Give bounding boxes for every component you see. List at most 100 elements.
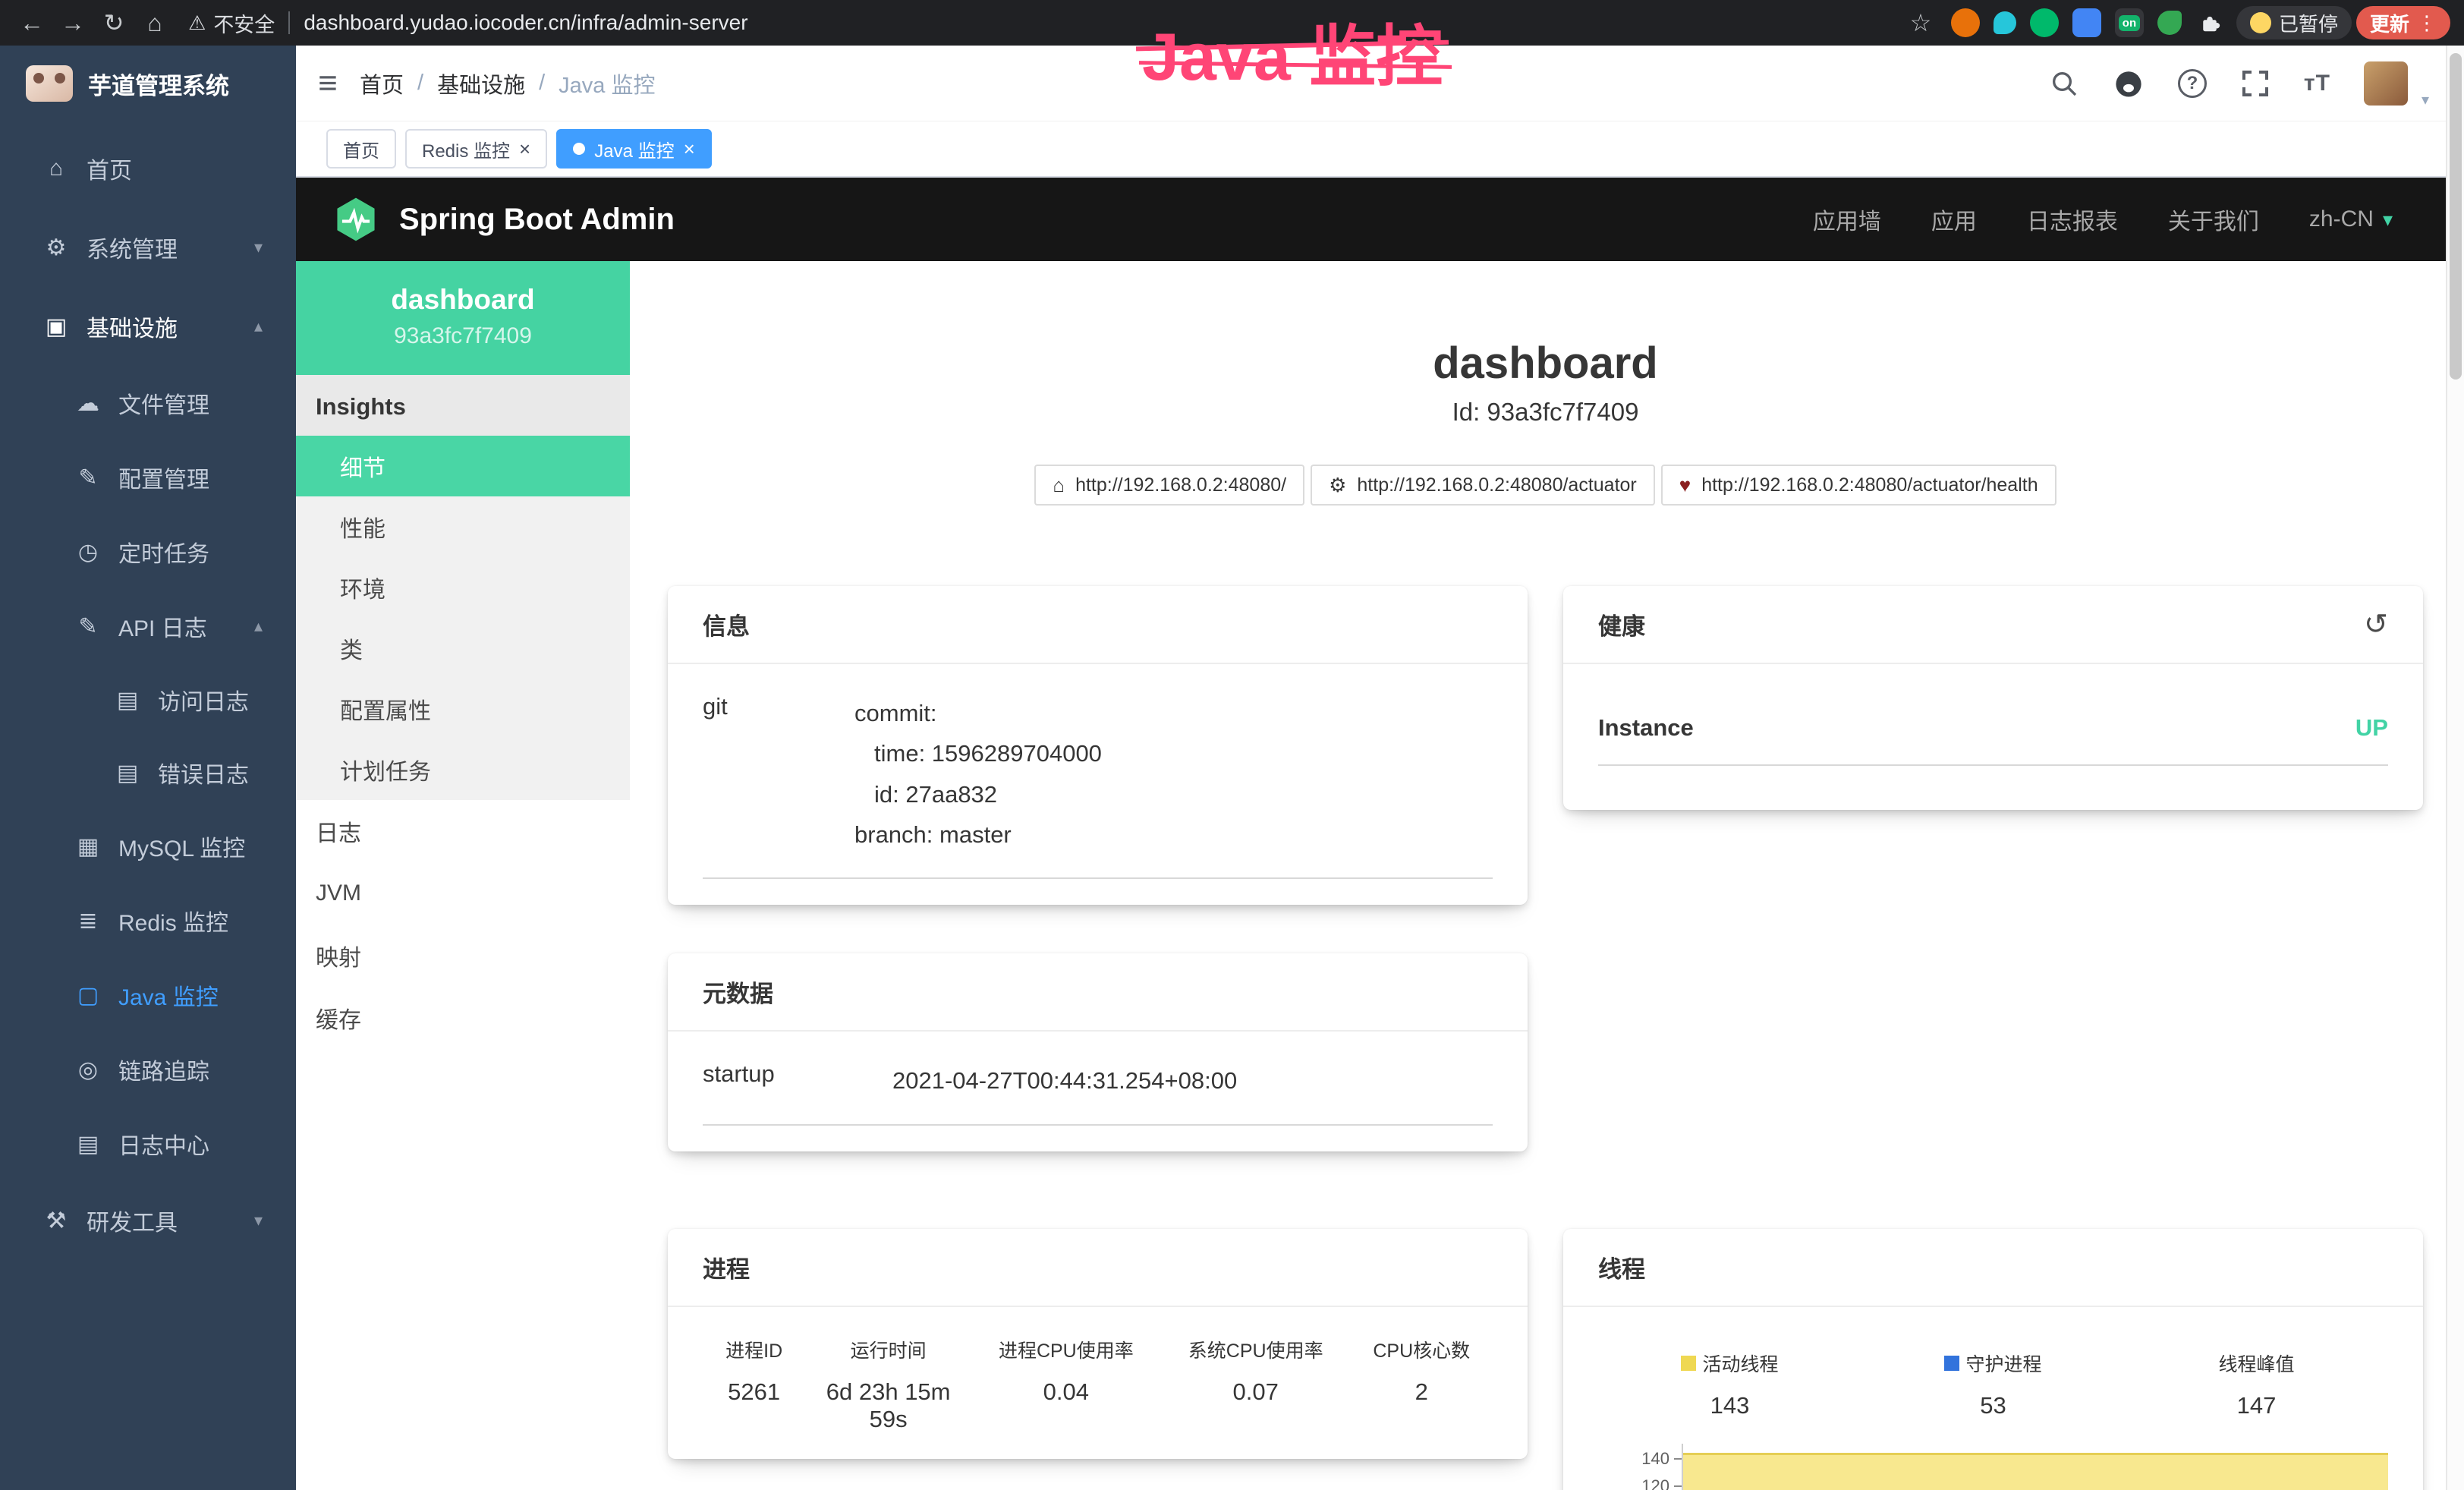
refresh-icon[interactable]: ↻ xyxy=(96,5,132,41)
breadcrumb-infrastructure[interactable]: 基础设施 xyxy=(437,68,525,99)
wrench-icon: ⚙ xyxy=(1329,474,1346,497)
sba-header: Spring Boot Admin 应用墙 应用 日志报表 关于我们 zh-CN… xyxy=(296,178,2464,261)
sba-sidebar-item-mappings[interactable]: 映射 xyxy=(296,925,630,987)
sidebar-item-home[interactable]: ⌂ 首页 xyxy=(0,129,296,208)
sidebar-item-log-center[interactable]: ▤ 日志中心 xyxy=(0,1107,296,1181)
legend-swatch-active xyxy=(1681,1356,1696,1371)
extension-icon-4[interactable] xyxy=(2072,8,2101,37)
sidebar-item-infrastructure[interactable]: ▣ 基础设施 ▴ xyxy=(0,287,296,366)
back-icon[interactable]: ← xyxy=(14,5,50,41)
service-url-link[interactable]: ⌂ http://192.168.0.2:48080/ xyxy=(1034,465,1304,506)
legend-label: 活动线程 xyxy=(1702,1350,1778,1377)
sba-sidebar-item-logs[interactable]: 日志 xyxy=(296,800,630,862)
sidebar-item-label: 日志中心 xyxy=(118,1127,209,1161)
sidebar-item-scheduled-tasks[interactable]: ◷ 定时任务 xyxy=(0,515,296,589)
user-avatar[interactable] xyxy=(2364,61,2408,106)
sba-sidebar-item-scheduled-tasks[interactable]: 计划任务 xyxy=(296,739,630,800)
sidebar-item-dev-tools[interactable]: ⚒ 研发工具 ▾ xyxy=(0,1181,296,1260)
sidebar-item-redis-monitor[interactable]: ≣ Redis 监控 xyxy=(0,884,296,958)
tab-label: 首页 xyxy=(343,136,379,162)
sidebar-item-label: 研发工具 xyxy=(87,1204,178,1237)
info-commit-line: commit: xyxy=(854,693,1493,733)
metadata-startup-row: startup 2021-04-27T00:44:31.254+08:00 xyxy=(703,1060,1493,1125)
fullscreen-icon[interactable] xyxy=(2240,68,2270,99)
sba-sidebar-item-performance[interactable]: 性能 xyxy=(296,496,630,557)
card-health: 健康 ↺ Instance UP xyxy=(1563,586,2423,810)
sidebar-item-java-monitor[interactable]: ▢ Java 监控 xyxy=(0,958,296,1032)
security-warning-label[interactable]: 不安全 xyxy=(213,8,275,38)
process-header: 运行时间 xyxy=(811,1336,965,1363)
card-metadata-title: 元数据 xyxy=(703,975,773,1009)
bookmark-star-icon[interactable]: ☆ xyxy=(1902,5,1939,41)
close-icon[interactable]: × xyxy=(519,139,530,159)
health-url-link[interactable]: ♥ http://192.168.0.2:48080/actuator/heal… xyxy=(1661,465,2056,506)
sidebar-item-label: 文件管理 xyxy=(118,386,209,420)
sidebar-item-config-management[interactable]: ✎ 配置管理 xyxy=(0,440,296,515)
forward-icon[interactable]: → xyxy=(55,5,91,41)
search-icon[interactable] xyxy=(2049,68,2079,99)
sba-sidebar-item-environment[interactable]: 环境 xyxy=(296,557,630,618)
paused-label: 已暂停 xyxy=(2279,9,2338,37)
y-tick-label: 140 xyxy=(1641,1449,1669,1469)
threads-chart-yaxis: 140 120 100 xyxy=(1598,1444,1682,1490)
close-icon[interactable]: × xyxy=(684,139,695,159)
admin-logo-row[interactable]: 芋道管理系统 xyxy=(0,46,296,121)
sba-sidebar-item-caches[interactable]: 缓存 xyxy=(296,987,630,1049)
language-selector[interactable]: zh-CN ▾ xyxy=(2309,206,2393,232)
browser-update-menu-button[interactable]: 更新 ⋮ xyxy=(2356,6,2450,39)
tab-redis-monitor[interactable]: Redis 监控 × xyxy=(405,129,547,169)
sidebar-item-api-logs[interactable]: ✎ API 日志 ▴ xyxy=(0,589,296,663)
extension-icon-2[interactable] xyxy=(1994,11,2016,34)
extension-icon-5[interactable]: on xyxy=(2115,8,2144,37)
tools-icon: ⚒ xyxy=(42,1208,70,1234)
sidebar-collapse-button[interactable]: ≡ xyxy=(296,46,360,121)
profile-paused-badge[interactable]: 已暂停 xyxy=(2236,6,2352,39)
admin-sidebar: 芋道管理系统 ⌂ 首页 ⚙ 系统管理 ▾ ▣ 基础设施 ▴ ☁ xyxy=(0,46,296,1490)
insights-group: Insights 细节 性能 环境 类 配置属性 计划任务 xyxy=(296,375,630,800)
sidebar-item-access-logs[interactable]: ▤ 访问日志 xyxy=(0,663,296,736)
security-warning-icon: ⚠ xyxy=(188,11,206,35)
instance-header[interactable]: dashboard 93a3fc7f7409 xyxy=(296,261,630,375)
tab-java-monitor[interactable]: Java 监控 × xyxy=(556,129,712,169)
page-scrollbar[interactable] xyxy=(2446,46,2464,1490)
link-label: http://192.168.0.2:48080/actuator/health xyxy=(1701,474,2038,496)
sba-nav-applications[interactable]: 应用 xyxy=(1931,203,1977,236)
history-icon[interactable]: ↺ xyxy=(2364,607,2388,641)
process-header: CPU核心数 xyxy=(1357,1336,1487,1363)
info-git-row: git commit: time: 1596289704000 id: 27aa… xyxy=(703,693,1493,879)
sba-sidebar-item-config-props[interactable]: 配置属性 xyxy=(296,679,630,739)
extension-icon-3[interactable] xyxy=(2030,8,2059,37)
breadcrumb-separator: / xyxy=(417,71,423,96)
sidebar-item-trace[interactable]: ◎ 链路追踪 xyxy=(0,1032,296,1107)
sidebar-item-error-logs[interactable]: ▤ 错误日志 xyxy=(0,736,296,809)
tab-home[interactable]: 首页 xyxy=(326,129,396,169)
sidebar-item-system-management[interactable]: ⚙ 系统管理 ▾ xyxy=(0,208,296,287)
sidebar-item-label: 访问日志 xyxy=(158,683,249,717)
sba-nav-journal[interactable]: 日志报表 xyxy=(2027,203,2118,236)
github-icon[interactable] xyxy=(2113,68,2145,99)
help-icon[interactable]: ? xyxy=(2178,69,2207,98)
scrollbar-thumb[interactable] xyxy=(2450,53,2462,380)
extension-icon-1[interactable] xyxy=(1951,8,1980,37)
sba-sidebar-item-details[interactable]: 细节 xyxy=(296,436,630,496)
sba-sidebar-item-jvm[interactable]: JVM xyxy=(296,862,630,925)
sba-nav-wallboard[interactable]: 应用墙 xyxy=(1813,203,1881,236)
edit-icon: ✎ xyxy=(74,465,102,491)
heart-icon: ♥ xyxy=(1679,474,1691,497)
url-text[interactable]: dashboard.yudao.iocoder.cn/infra/admin-s… xyxy=(304,11,747,35)
font-size-icon[interactable]: тT xyxy=(2304,71,2330,96)
database-icon: ▦ xyxy=(74,833,102,860)
browser-home-icon[interactable]: ⌂ xyxy=(137,5,173,41)
sba-nav-about[interactable]: 关于我们 xyxy=(2168,203,2259,236)
actuator-url-link[interactable]: ⚙ http://192.168.0.2:48080/actuator xyxy=(1311,465,1655,506)
sba-sidebar-item-classes[interactable]: 类 xyxy=(296,618,630,679)
header-actions: ? тT ▾ xyxy=(2049,57,2429,109)
sidebar-item-mysql-monitor[interactable]: ▦ MySQL 监控 xyxy=(0,809,296,884)
sidebar-item-file-management[interactable]: ☁ 文件管理 xyxy=(0,366,296,440)
legend-swatch-daemon xyxy=(1944,1356,1959,1371)
extensions-puzzle-icon[interactable] xyxy=(2195,8,2224,37)
breadcrumb-home[interactable]: 首页 xyxy=(360,68,404,99)
extension-icon-6[interactable] xyxy=(2157,11,2182,35)
address-bar[interactable]: ⚠ 不安全 dashboard.yudao.iocoder.cn/infra/a… xyxy=(188,8,1887,38)
card-metadata: 元数据 startup 2021-04-27T00:44:31.254+08:0… xyxy=(668,953,1528,1151)
